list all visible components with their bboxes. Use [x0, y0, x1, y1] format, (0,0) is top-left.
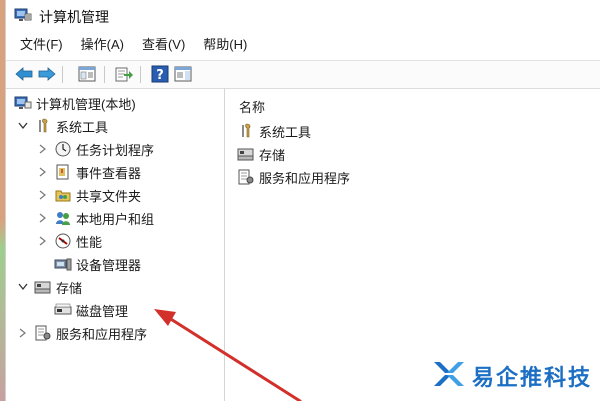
users-icon — [54, 210, 72, 226]
watermark: 易企推科技 — [432, 358, 592, 393]
chevron-right-icon[interactable] — [36, 142, 50, 156]
tree-item-performance[interactable]: 性能 — [36, 231, 102, 251]
chevron-right-icon[interactable] — [36, 188, 50, 202]
help-icon[interactable]: ? — [150, 65, 170, 83]
svg-text:?: ? — [156, 68, 164, 83]
back-arrow-icon[interactable] — [14, 65, 34, 83]
chevron-down-icon[interactable] — [16, 119, 30, 133]
tree-item-disk-management[interactable]: 磁盘管理 — [54, 300, 128, 320]
list-item-storage[interactable]: 存储 — [237, 144, 285, 164]
disk-management-icon — [54, 302, 72, 318]
menu-bar: 文件(F) 操作(A) 查看(V) 帮助(H) — [6, 34, 255, 56]
event-viewer-icon — [54, 164, 72, 180]
tree-item-label: 共享文件夹 — [76, 188, 142, 204]
chevron-right-icon[interactable] — [36, 234, 50, 248]
watermark-logo-icon — [432, 358, 466, 393]
details-pane: 名称 系统工具 存储 服务和应用程序 — [227, 88, 600, 401]
computer-management-icon — [14, 7, 32, 23]
tree-item-system-tools[interactable]: 系统工具 — [16, 116, 108, 136]
list-item-label: 服务和应用程序 — [259, 170, 351, 186]
tree-item-local-users-groups[interactable]: 本地用户和组 — [36, 208, 154, 228]
tree-item-label: 计算机管理(本地) — [36, 96, 136, 112]
tree-item-root[interactable]: 计算机管理(本地) — [14, 93, 136, 113]
shared-folder-icon — [54, 187, 72, 203]
forward-arrow-icon[interactable] — [37, 65, 57, 83]
list-item-system-tools[interactable]: 系统工具 — [237, 121, 311, 141]
chevron-right-icon[interactable] — [36, 211, 50, 225]
name-column-header[interactable]: 名称 — [239, 97, 265, 116]
tree-item-label: 本地用户和组 — [76, 211, 155, 227]
list-item-label: 系统工具 — [259, 124, 312, 140]
tree-item-label: 服务和应用程序 — [56, 326, 148, 342]
console-tree: 计算机管理(本地) 系统工具 任务计划程序 事件查看器 共享文件夹 本地用户和组… — [6, 88, 225, 401]
tree-item-event-viewer[interactable]: 事件查看器 — [36, 162, 141, 182]
list-item-label: 存储 — [259, 147, 286, 163]
tree-item-label: 性能 — [76, 234, 103, 250]
tree-item-label: 设备管理器 — [76, 257, 142, 273]
watermark-text: 易企推科技 — [471, 364, 592, 391]
performance-icon — [54, 233, 72, 249]
tree-item-label: 磁盘管理 — [76, 303, 129, 319]
chevron-right-icon[interactable] — [36, 165, 50, 179]
chevron-right-icon[interactable] — [16, 326, 30, 340]
device-manager-icon — [54, 256, 72, 272]
tree-item-services-applications[interactable]: 服务和应用程序 — [16, 323, 147, 343]
system-tools-icon — [34, 118, 52, 134]
system-tools-icon — [237, 123, 255, 139]
computer-management-window: 计算机管理 文件(F) 操作(A) 查看(V) 帮助(H) ? 计算机管理(本地… — [5, 0, 600, 401]
show-hide-pane-icon[interactable] — [173, 65, 193, 83]
list-item-services-applications[interactable]: 服务和应用程序 — [237, 167, 350, 187]
tree-item-label: 存储 — [56, 280, 83, 296]
storage-icon — [237, 146, 255, 162]
tree-item-device-manager[interactable]: 设备管理器 — [54, 254, 141, 274]
chevron-down-icon[interactable] — [16, 280, 30, 294]
menu-view[interactable]: 查看(V) — [132, 34, 193, 56]
tree-item-shared-folders[interactable]: 共享文件夹 — [36, 185, 141, 205]
toolbar: ? — [6, 60, 600, 89]
services-icon — [237, 169, 255, 185]
title-bar[interactable]: 计算机管理 — [6, 0, 600, 30]
tree-item-storage[interactable]: 存储 — [16, 277, 82, 297]
menu-action[interactable]: 操作(A) — [71, 34, 132, 56]
tree-item-task-scheduler[interactable]: 任务计划程序 — [36, 139, 154, 159]
console-tree-icon[interactable] — [77, 65, 97, 83]
services-icon — [34, 325, 52, 341]
export-list-icon[interactable] — [114, 65, 134, 83]
menu-help[interactable]: 帮助(H) — [193, 34, 255, 56]
tree-item-label: 任务计划程序 — [76, 142, 155, 158]
storage-icon — [34, 279, 52, 295]
window-title: 计算机管理 — [39, 9, 109, 25]
tree-item-label: 事件查看器 — [76, 165, 142, 181]
tree-item-label: 系统工具 — [56, 119, 109, 135]
menu-file[interactable]: 文件(F) — [6, 34, 71, 56]
clock-icon — [54, 141, 72, 157]
computer-management-icon — [14, 95, 32, 111]
